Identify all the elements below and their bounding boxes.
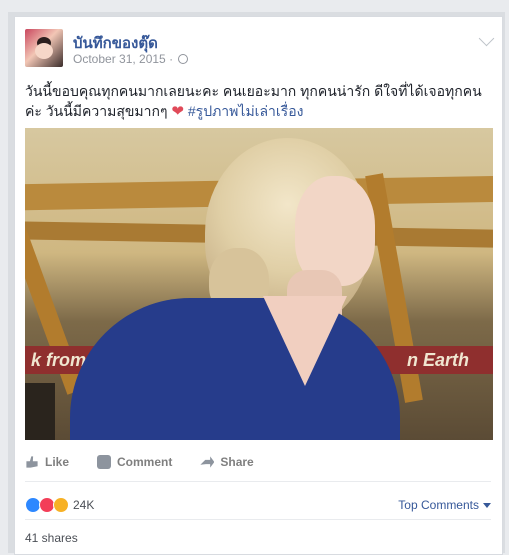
- hashtag-link[interactable]: #รูปภาพไม่เล่าเรื่อง: [188, 103, 304, 119]
- photo-banner-right-text: n Earth: [406, 350, 469, 370]
- post-date[interactable]: October 31, 2015 ·: [73, 52, 173, 66]
- heart-emoji: ❤: [171, 103, 184, 120]
- top-comments-dropdown[interactable]: Top Comments: [398, 498, 491, 512]
- top-comments-label: Top Comments: [398, 498, 479, 512]
- comment-button[interactable]: Comment: [97, 455, 172, 469]
- divider: [25, 481, 491, 482]
- author-avatar[interactable]: [25, 29, 63, 67]
- like-icon: [26, 456, 38, 468]
- comment-icon: [97, 455, 112, 469]
- like-label: Like: [45, 455, 70, 469]
- post-caption: วันนี้ขอบคุณทุกคนมากเลยนะคะ คนเยอะมาก ทุ…: [25, 81, 491, 122]
- share-label: Share: [220, 455, 254, 469]
- post-actions: Like Comment Share: [25, 447, 491, 477]
- post-card: บันทึกของตุ๊ด October 31, 2015 · วันนี้ข…: [14, 16, 503, 555]
- post-photo[interactable]: k from Par n Earth: [25, 128, 493, 440]
- post-meta: October 31, 2015 ·: [73, 52, 189, 66]
- reaction-wow-icon[interactable]: [53, 497, 69, 513]
- globe-icon: [178, 54, 189, 64]
- photo-subject-neckline: [263, 296, 347, 386]
- divider: [25, 519, 491, 520]
- reactions-bar: 24K Top Comments: [25, 494, 491, 516]
- chevron-down-icon[interactable]: [478, 30, 495, 47]
- comment-label: Comment: [117, 455, 173, 469]
- shares-count[interactable]: 41 shares: [25, 531, 78, 545]
- post-header: บันทึกของตุ๊ด October 31, 2015 ·: [15, 17, 502, 81]
- photo-dark-corner: [25, 383, 55, 440]
- share-button[interactable]: Share: [200, 455, 254, 469]
- like-button[interactable]: Like: [25, 455, 69, 469]
- share-icon: [200, 456, 215, 468]
- reactions-count[interactable]: 24K: [73, 498, 94, 512]
- caret-down-icon: [483, 502, 491, 508]
